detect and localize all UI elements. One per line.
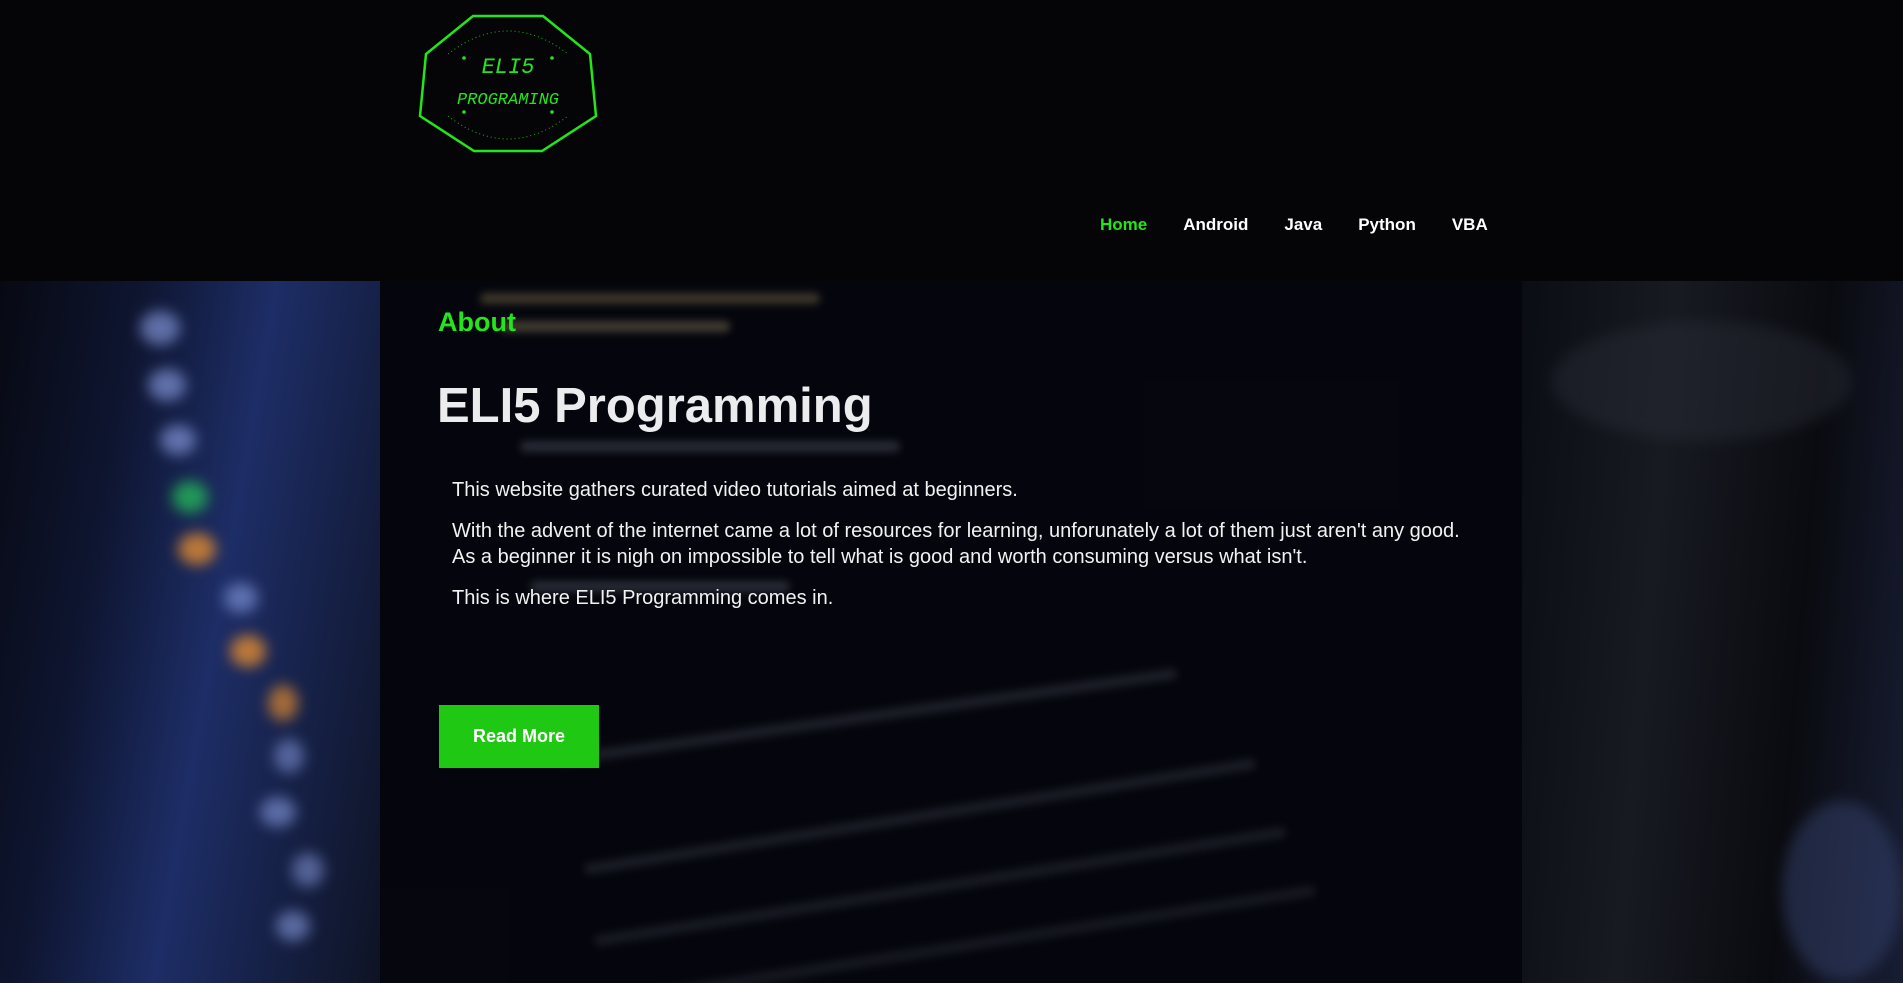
hero-section: About ELI5 Programming This website gath… [0,281,1903,983]
about-description: This website gathers curated video tutor… [452,477,1482,626]
nav-item-python[interactable]: Python [1358,215,1416,235]
description-paragraph: With the advent of the internet came a l… [452,520,1460,568]
nav-item-vba[interactable]: VBA [1452,215,1488,235]
background-code-editor-image [0,281,380,983]
background-monitor-image [1522,281,1903,983]
section-label-about: About [438,307,516,337]
read-more-button[interactable]: Read More [439,705,599,768]
page-title: ELI5 Programming [437,379,873,433]
description-paragraph: This website gathers curated video tutor… [452,479,1018,501]
nav-item-java[interactable]: Java [1284,215,1322,235]
nav-item-android[interactable]: Android [1183,215,1248,235]
nav-item-home[interactable]: Home [1100,215,1147,235]
logo-text-line2: PROGRAMING [457,91,559,110]
about-panel: About ELI5 Programming This website gath… [380,281,1522,983]
description-paragraph: This is where ELI5 Programming comes in. [452,587,834,609]
eli5-programming-logo[interactable]: ELI5 PROGRAMING [418,12,598,155]
logo-text-line1: ELI5 [482,55,535,80]
site-header: ELI5 PROGRAMING Home Android Java Python… [0,0,1903,281]
main-nav: Home Android Java Python VBA [1100,212,1488,238]
